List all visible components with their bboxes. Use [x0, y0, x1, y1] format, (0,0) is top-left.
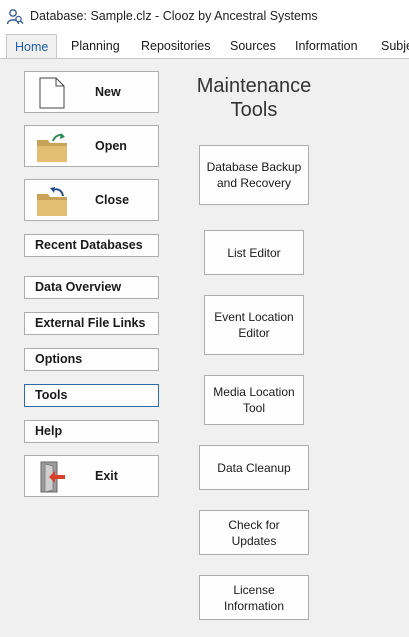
media-location-tool-button[interactable]: Media Location Tool — [204, 375, 304, 425]
close-folder-icon — [37, 187, 67, 216]
exit-button[interactable]: Exit — [24, 455, 159, 497]
people-search-icon — [6, 9, 24, 25]
data-cleanup-button[interactable]: Data Cleanup — [199, 445, 309, 490]
ribbon-tabs: Home Planning Repositories Sources Infor… — [0, 34, 409, 59]
data-overview-button[interactable]: Data Overview — [24, 276, 159, 299]
tab-information[interactable]: Information — [295, 34, 358, 58]
open-button[interactable]: Open — [24, 125, 159, 167]
open-folder-icon — [37, 133, 67, 162]
tab-subjects[interactable]: Subje — [381, 34, 409, 58]
close-label: Close — [95, 193, 130, 207]
new-label: New — [95, 85, 121, 99]
recent-databases-button[interactable]: Recent Databases — [24, 234, 159, 257]
options-button[interactable]: Options — [24, 348, 159, 371]
license-information-button[interactable]: License Information — [199, 575, 309, 620]
tab-home[interactable]: Home — [6, 34, 58, 58]
database-backup-button[interactable]: Database Backup and Recovery — [199, 145, 309, 205]
external-file-links-button[interactable]: External File Links — [24, 312, 159, 335]
check-for-updates-button[interactable]: Check for Updates — [199, 510, 309, 555]
close-button[interactable]: Close — [24, 179, 159, 221]
panel-title: Maintenance Tools — [196, 75, 312, 121]
open-label: Open — [95, 139, 127, 153]
tools-button[interactable]: Tools — [24, 384, 159, 407]
title-bar: Database: Sample.clz - Clooz by Ancestra… — [0, 0, 409, 34]
tab-repositories[interactable]: Repositories — [141, 34, 210, 58]
list-editor-button[interactable]: List Editor — [204, 230, 304, 275]
help-button[interactable]: Help — [24, 420, 159, 443]
event-location-editor-button[interactable]: Event Location Editor — [204, 295, 304, 355]
exit-label: Exit — [95, 469, 118, 483]
tab-planning[interactable]: Planning — [71, 34, 120, 58]
exit-door-icon — [40, 461, 65, 493]
window-title: Database: Sample.clz - Clooz by Ancestra… — [30, 9, 318, 23]
blank-document-icon — [39, 77, 65, 109]
new-button[interactable]: New — [24, 71, 159, 113]
tab-sources[interactable]: Sources — [230, 34, 276, 58]
